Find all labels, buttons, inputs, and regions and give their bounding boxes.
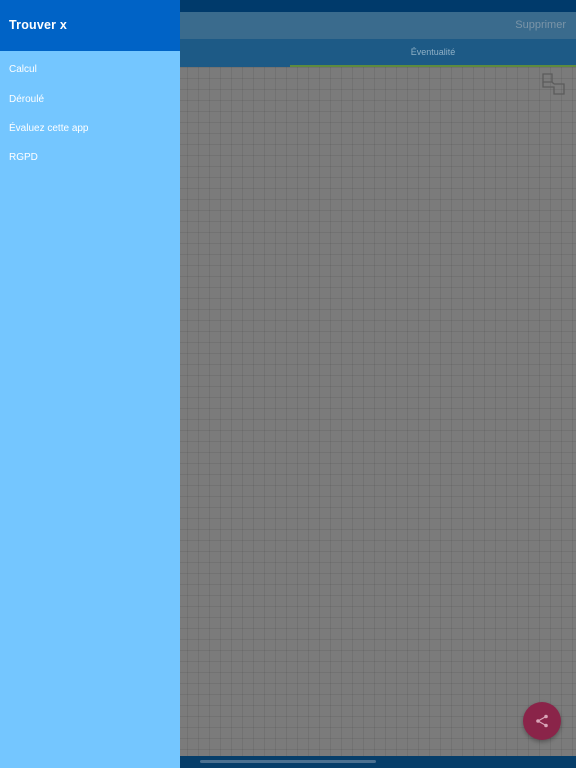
delete-button[interactable]: Supprimer xyxy=(515,19,566,31)
menu-item-calcul[interactable]: Calcul xyxy=(9,64,37,75)
drawer-title: Trouver x xyxy=(9,18,68,32)
copy-icon[interactable] xyxy=(541,73,565,95)
tab-eventualite[interactable]: Éventualité xyxy=(290,39,576,65)
share-icon xyxy=(536,714,548,728)
home-indicator[interactable] xyxy=(200,760,376,763)
menu-item-rgpd[interactable]: RGPD xyxy=(9,152,38,163)
share-button[interactable] xyxy=(523,702,561,740)
side-drawer: Trouver x Calcul Déroulé Évaluez cette a… xyxy=(0,0,180,768)
menu-item-rate-app[interactable]: Évaluez cette app xyxy=(9,123,89,134)
menu-item-deroule[interactable]: Déroulé xyxy=(9,94,44,105)
drawer-header: Trouver x xyxy=(0,0,180,51)
